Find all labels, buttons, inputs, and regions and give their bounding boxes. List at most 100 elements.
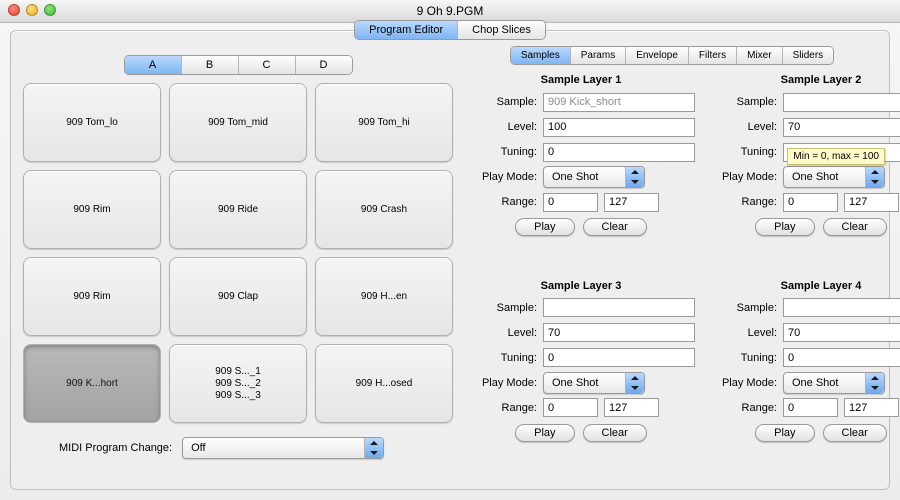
- tuning-field[interactable]: [783, 348, 900, 367]
- right-tabs: Samples Params Envelope Filters Mixer Sl…: [510, 46, 834, 65]
- playmode-select[interactable]: One Shot: [783, 372, 885, 394]
- sample-layer-3: Sample Layer 3Sample:Level:Tuning:Play M…: [467, 280, 695, 480]
- pad-label: 909 Rim: [73, 291, 110, 303]
- playmode-select[interactable]: One Shot: [543, 372, 645, 394]
- main-tabs: Program Editor Chop Slices: [354, 20, 546, 40]
- pad-12[interactable]: 909 H...osed: [315, 344, 453, 423]
- range-low-field[interactable]: [543, 398, 598, 417]
- sample-layer-4: Sample Layer 4Sample:Level:Tuning:Play M…: [707, 280, 900, 480]
- playmode-select[interactable]: One Shot: [543, 166, 645, 188]
- pad-label: 909 Crash: [361, 204, 407, 216]
- playmode-select[interactable]: One Shot: [783, 166, 885, 188]
- sample-field[interactable]: [543, 298, 695, 317]
- bank-c[interactable]: C: [239, 56, 296, 74]
- tuning-label: Tuning:: [707, 352, 777, 364]
- zoom-icon[interactable]: [44, 4, 56, 16]
- clear-button[interactable]: Clear: [583, 424, 647, 442]
- pad-label: 909 S..._1: [215, 366, 261, 378]
- minimize-icon[interactable]: [26, 4, 38, 16]
- chevron-updown-icon: [865, 167, 884, 187]
- tuning-field[interactable]: [543, 348, 695, 367]
- chevron-updown-icon: [364, 438, 383, 458]
- clear-button[interactable]: Clear: [823, 424, 887, 442]
- tab-samples[interactable]: Samples: [511, 47, 571, 64]
- layer-title: Sample Layer 1: [467, 74, 695, 86]
- tab-params[interactable]: Params: [571, 47, 626, 64]
- tab-envelope[interactable]: Envelope: [626, 47, 689, 64]
- level-field[interactable]: [543, 118, 695, 137]
- clear-button[interactable]: Clear: [583, 218, 647, 236]
- clear-button[interactable]: Clear: [823, 218, 887, 236]
- play-button[interactable]: Play: [755, 218, 814, 236]
- pad-label: 909 K...hort: [66, 378, 118, 390]
- pad-grid: 909 Tom_lo 909 Tom_mid 909 Tom_hi 909 Rim 90…: [23, 83, 453, 423]
- pad-8[interactable]: 909 Clap: [169, 257, 307, 336]
- range-low-field[interactable]: [783, 398, 838, 417]
- tab-chop-slices[interactable]: Chop Slices: [458, 21, 545, 39]
- sample-field[interactable]: [783, 93, 900, 112]
- level-label: Level:: [707, 327, 777, 339]
- range-label: Range:: [467, 402, 537, 414]
- play-button[interactable]: Play: [515, 424, 574, 442]
- level-field[interactable]: [543, 323, 695, 342]
- tooltip: Min = 0, max = 100: [787, 148, 885, 165]
- range-high-field[interactable]: [604, 398, 659, 417]
- pad-11[interactable]: 909 S..._1909 S..._2909 S..._3: [169, 344, 307, 423]
- midi-program-change-select[interactable]: Off: [182, 437, 384, 459]
- sample-field[interactable]: [543, 93, 695, 112]
- range-low-field[interactable]: [783, 193, 838, 212]
- tab-mixer[interactable]: Mixer: [737, 47, 782, 64]
- range-high-field[interactable]: [844, 398, 899, 417]
- level-field[interactable]: [783, 323, 900, 342]
- pad-label: 909 S..._2: [215, 378, 261, 390]
- pad-5[interactable]: 909 Ride: [169, 170, 307, 249]
- chevron-updown-icon: [625, 167, 644, 187]
- pad-label: 909 H...en: [361, 291, 407, 303]
- tuning-label: Tuning:: [467, 146, 537, 158]
- bank-d[interactable]: D: [296, 56, 352, 74]
- chevron-updown-icon: [865, 373, 884, 393]
- range-low-field[interactable]: [543, 193, 598, 212]
- tab-filters[interactable]: Filters: [689, 47, 737, 64]
- sample-layer-1: Sample Layer 1Sample:Level:Tuning:Play M…: [467, 74, 695, 274]
- pad-label: 909 Rim: [73, 204, 110, 216]
- pad-4[interactable]: 909 Rim: [23, 170, 161, 249]
- layer-title: Sample Layer 3: [467, 280, 695, 292]
- bank-selector: A B C D: [124, 55, 353, 75]
- tab-sliders[interactable]: Sliders: [783, 47, 834, 64]
- range-high-field[interactable]: [844, 193, 899, 212]
- bank-b[interactable]: B: [182, 56, 239, 74]
- tuning-label: Tuning:: [707, 146, 777, 158]
- pad-label: 909 Tom_mid: [208, 117, 268, 129]
- tab-program-editor[interactable]: Program Editor: [355, 21, 458, 39]
- level-label: Level:: [467, 121, 537, 133]
- playmode-label: Play Mode:: [467, 377, 537, 389]
- pad-6[interactable]: 909 Crash: [315, 170, 453, 249]
- pad-2[interactable]: 909 Tom_mid: [169, 83, 307, 162]
- range-high-field[interactable]: [604, 193, 659, 212]
- pad-1[interactable]: 909 Tom_lo: [23, 83, 161, 162]
- pad-7[interactable]: 909 Rim: [23, 257, 161, 336]
- pad-label: 909 Tom_hi: [358, 117, 410, 129]
- close-icon[interactable]: [8, 4, 20, 16]
- pad-3[interactable]: 909 Tom_hi: [315, 83, 453, 162]
- tuning-label: Tuning:: [467, 352, 537, 364]
- level-field[interactable]: [783, 118, 900, 137]
- layer-title: Sample Layer 2: [707, 74, 900, 86]
- pad-9[interactable]: 909 H...en: [315, 257, 453, 336]
- window-title: 9 Oh 9.PGM: [417, 4, 484, 18]
- tuning-field[interactable]: [543, 143, 695, 162]
- pad-label: 909 Tom_lo: [66, 117, 118, 129]
- sample-layer-2: Sample Layer 2Sample:Level:Tuning:Play M…: [707, 74, 900, 274]
- pad-10[interactable]: 909 K...hort: [23, 344, 161, 423]
- range-label: Range:: [467, 196, 537, 208]
- play-button[interactable]: Play: [755, 424, 814, 442]
- play-button[interactable]: Play: [515, 218, 574, 236]
- pad-label: 909 Clap: [218, 291, 258, 303]
- sample-label: Sample:: [707, 96, 777, 108]
- midi-program-change-label: MIDI Program Change:: [59, 442, 172, 454]
- bank-a[interactable]: A: [125, 56, 182, 74]
- sample-field[interactable]: [783, 298, 900, 317]
- layer-title: Sample Layer 4: [707, 280, 900, 292]
- level-label: Level:: [467, 327, 537, 339]
